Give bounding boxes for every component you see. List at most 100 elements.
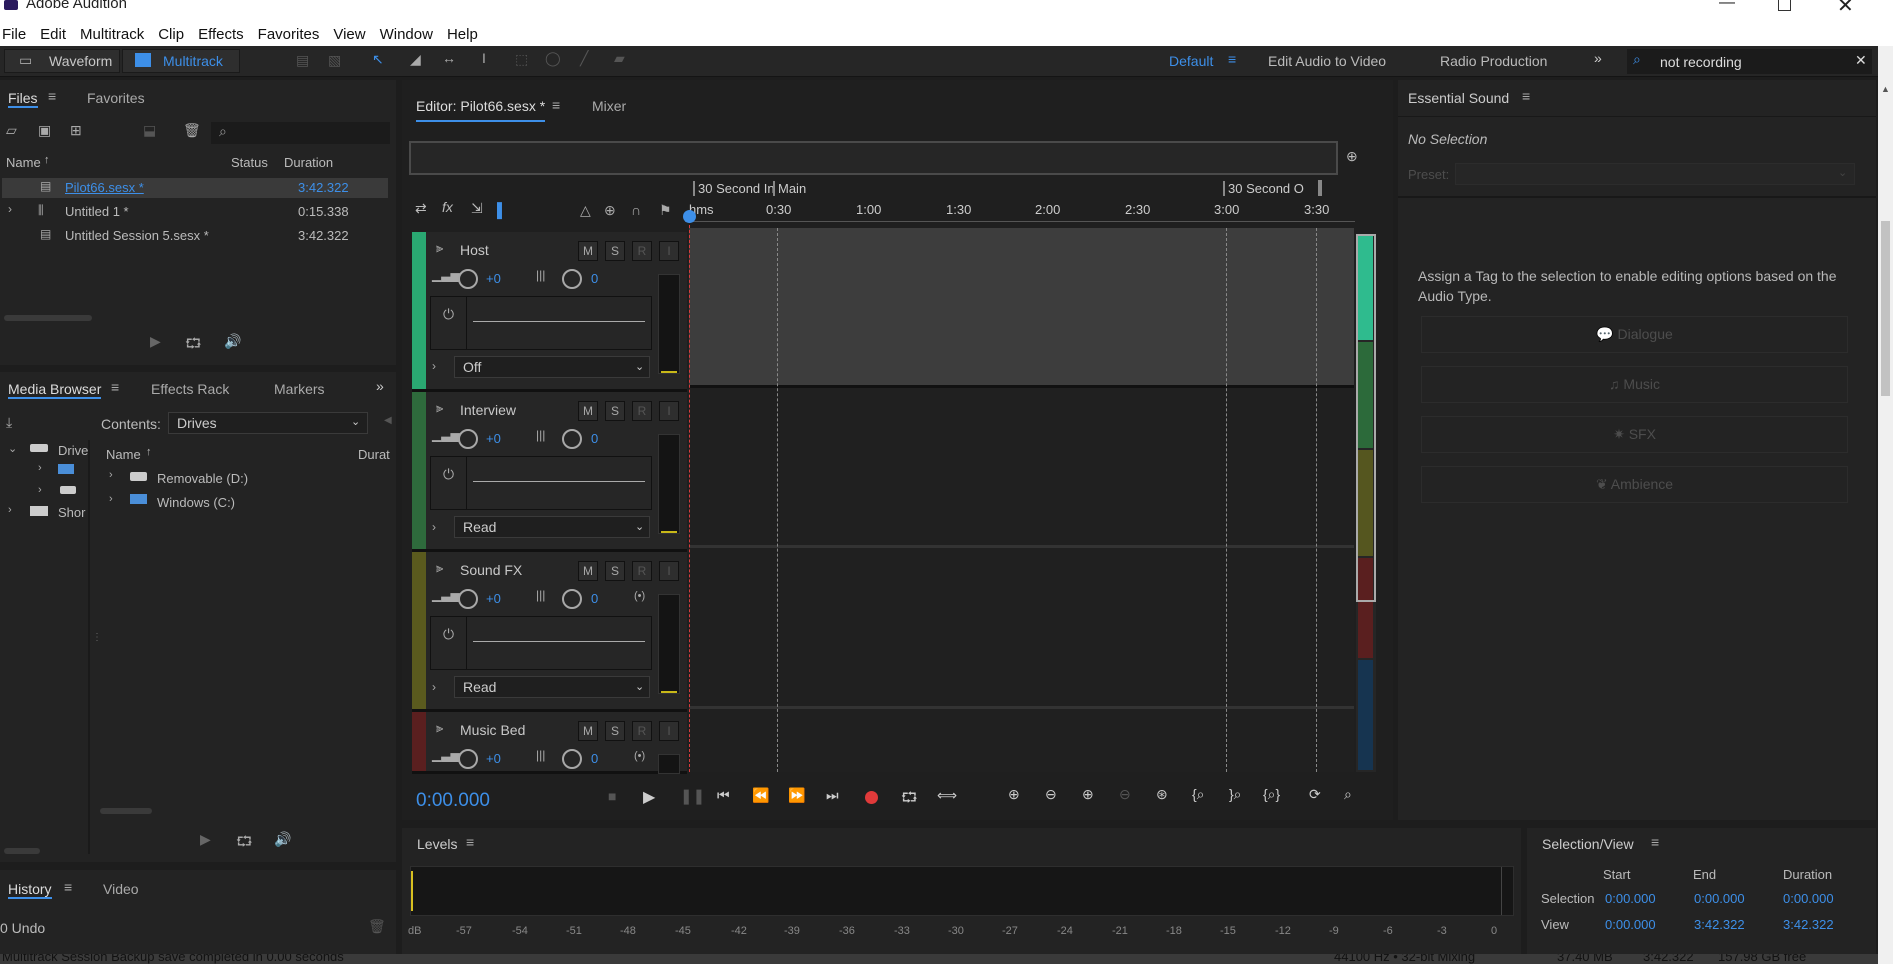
history-menu-icon[interactable]: ≡ [64, 879, 72, 895]
mute-button[interactable]: M [578, 241, 598, 261]
pan-knob[interactable] [562, 269, 582, 289]
pan-value[interactable]: 0 [591, 271, 598, 286]
go-to-end-icon[interactable]: ⏭ [826, 787, 839, 804]
metronome-icon[interactable]: △ [580, 202, 591, 219]
snap-icon[interactable]: ⊕ [604, 202, 616, 219]
media-menu-icon[interactable]: ≡ [111, 379, 119, 395]
file-name[interactable]: Untitled 1 * [65, 204, 129, 219]
selection-view-menu-icon[interactable]: ≡ [1651, 834, 1659, 850]
tab-favorites[interactable]: Favorites [87, 90, 145, 106]
search-help-field[interactable]: ⌕ not recording ✕ [1627, 49, 1872, 74]
level-meter[interactable] [410, 866, 1514, 916]
fast-forward-icon[interactable]: ⏩ [788, 787, 805, 804]
record-icon[interactable] [865, 791, 878, 804]
solo-button[interactable]: S [605, 241, 625, 261]
pan-value[interactable]: 0 [591, 751, 598, 766]
expand-track-icon[interactable]: › [432, 520, 436, 534]
multitrack-button[interactable]: Multitrack [122, 49, 240, 73]
files-search-input[interactable]: ⌕ [211, 122, 390, 144]
fx-icon[interactable]: fx [442, 199, 453, 215]
menu-effects[interactable]: Effects [191, 26, 251, 43]
view-duration[interactable]: 3:42.322 [1783, 917, 1834, 932]
more-tabs-icon[interactable]: » [376, 378, 384, 394]
play-preview-icon[interactable]: ▶ [150, 333, 161, 350]
volume-value[interactable]: +0 [486, 271, 501, 286]
record-arm-button[interactable]: R [632, 561, 652, 581]
pane-resize-handle[interactable]: ⋮ [92, 632, 102, 643]
collapse-tree-icon[interactable]: ◀ [384, 415, 392, 426]
file-row-selected[interactable]: ▤ Pilot66.sesx * 3:42.322 [2, 178, 388, 198]
play-preview-icon[interactable]: ▶ [200, 831, 211, 848]
pan-value[interactable]: 0 [591, 591, 598, 606]
loop-playback-icon[interactable]: ⮔ [901, 787, 918, 811]
dialogue-button[interactable]: 💬 Dialogue [1421, 316, 1848, 353]
essential-menu-icon[interactable]: ≡ [1522, 88, 1530, 104]
headphones-icon[interactable]: ∩ [631, 202, 641, 218]
mute-button[interactable]: M [578, 721, 598, 741]
preset-dropdown[interactable]: ⌄ [1455, 163, 1855, 185]
time-ruler[interactable]: hms 0:30 1:00 1:30 2:00 2:30 3:00 3:30 [685, 200, 1355, 222]
selection-start[interactable]: 0:00.000 [1605, 891, 1656, 906]
workspace-edit-audio-video[interactable]: Edit Audio to Video [1268, 53, 1386, 69]
selection-end[interactable]: 0:00.000 [1694, 891, 1745, 906]
zoom-selection-icon[interactable]: {⌕} [1263, 786, 1280, 803]
marker-30-second-in[interactable]: 30 Second In [693, 181, 778, 196]
solo-button[interactable]: S [605, 561, 625, 581]
track-name[interactable]: Interview [460, 402, 516, 418]
zoom-in-point-in-icon[interactable]: {⌕ [1192, 786, 1205, 803]
go-to-start-icon[interactable]: ⏮ [717, 787, 730, 804]
skip-selection-icon[interactable]: ⟺ [937, 787, 957, 804]
vertical-navigator[interactable] [1356, 234, 1376, 772]
drives-expand-icon[interactable]: ⌄ [8, 442, 17, 455]
editor-menu-icon[interactable]: ≡ [552, 97, 560, 113]
volume-knob[interactable] [458, 749, 478, 769]
music-button[interactable]: ♫ Music [1421, 366, 1848, 403]
levels-menu-icon[interactable]: ≡ [466, 834, 474, 850]
workspace-radio-production[interactable]: Radio Production [1440, 53, 1547, 69]
view-start[interactable]: 0:00.000 [1605, 917, 1656, 932]
solo-button[interactable]: S [605, 401, 625, 421]
clear-search-icon[interactable]: ✕ [1855, 52, 1867, 69]
pan-knob[interactable] [562, 589, 582, 609]
expand-icon[interactable]: › [38, 484, 42, 496]
open-file-icon[interactable]: ▱ [6, 122, 17, 139]
expand-icon[interactable]: › [109, 469, 113, 481]
nav-viewport[interactable] [1356, 234, 1376, 602]
stop-icon[interactable]: ■ [608, 788, 616, 804]
record-arm-button[interactable]: R [632, 401, 652, 421]
track-name[interactable]: Host [460, 242, 489, 258]
pan-value[interactable]: 0 [591, 431, 598, 446]
tree-hscrollbar[interactable] [4, 848, 40, 854]
pan-knob[interactable] [562, 429, 582, 449]
eq-icon[interactable]: ▌ [497, 202, 513, 218]
volume-value[interactable]: +0 [486, 591, 501, 606]
record-arm-button[interactable]: R [632, 721, 652, 741]
current-time[interactable]: 0:00.000 [416, 790, 490, 812]
tab-mixer[interactable]: Mixer [592, 98, 626, 114]
contents-dropdown[interactable]: Drives ⌄ [168, 412, 368, 434]
tab-effects-rack[interactable]: Effects Rack [151, 381, 229, 397]
sfx-button[interactable]: ✷ SFX [1421, 416, 1848, 453]
tab-markers[interactable]: Markers [274, 381, 325, 397]
spot-healing-tool-icon[interactable]: ▰ [614, 50, 625, 67]
volume-value[interactable]: +0 [486, 431, 501, 446]
window-scrollbar[interactable]: ▲ [1878, 46, 1893, 964]
zoom-reset-icon[interactable]: ⟳ [1309, 786, 1321, 803]
import-file-icon[interactable]: ▣ [38, 122, 51, 139]
minimize-icon[interactable]: — [1719, 0, 1735, 12]
mute-button[interactable]: M [578, 561, 598, 581]
media-col-name[interactable]: Name [106, 447, 141, 462]
overview-zoom-bar[interactable] [409, 141, 1338, 175]
zoom-out-amplitude-icon[interactable]: ⊖ [1045, 786, 1057, 803]
selection-duration[interactable]: 0:00.000 [1783, 891, 1834, 906]
host-clip-area[interactable] [689, 228, 1354, 388]
menu-window[interactable]: Window [373, 26, 440, 43]
menu-help[interactable]: Help [440, 26, 485, 43]
auto-play-icon[interactable]: 🔊 [274, 831, 291, 848]
automation-mode-dropdown[interactable]: Read ⌄ [454, 516, 650, 538]
pan-knob[interactable] [562, 749, 582, 769]
expand-icon[interactable]: › [109, 493, 113, 505]
zoom-in-point-out-icon[interactable]: }⌕ [1229, 786, 1242, 803]
tab-video[interactable]: Video [103, 881, 139, 897]
delete-history-icon[interactable]: 🗑 [368, 918, 386, 935]
